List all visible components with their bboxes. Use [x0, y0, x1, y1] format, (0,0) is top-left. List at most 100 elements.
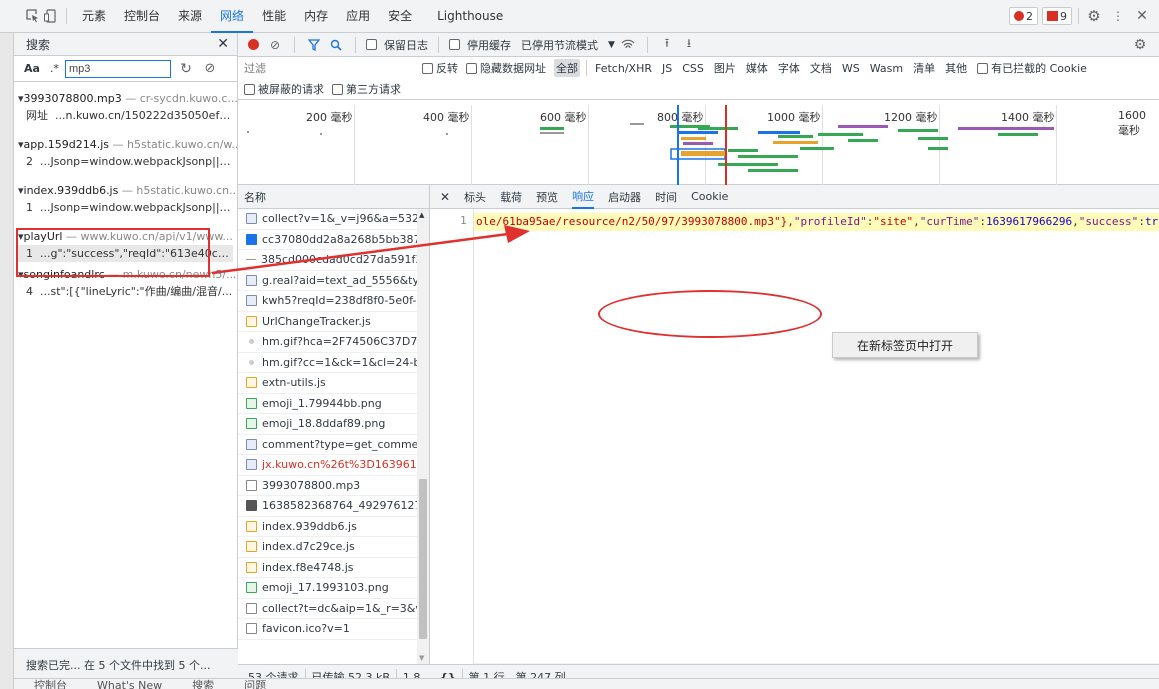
- request-row[interactable]: comment?type=get_commen: [238, 435, 429, 455]
- request-list-scrollbar[interactable]: ▲ ▼: [417, 209, 429, 664]
- request-row[interactable]: 1638582368764_492976127s.: [238, 496, 429, 517]
- search-result[interactable]: ▾index.939ddb6.js — h5static.kuwo.cn... …: [14, 180, 237, 218]
- blocked-requests-checkbox[interactable]: [244, 83, 255, 95]
- request-row[interactable]: favicon.ico?v=1: [238, 619, 429, 640]
- search-result[interactable]: ▾app.159d214.js — h5static.kuwo.cn/w... …: [14, 134, 237, 172]
- filter-img[interactable]: 图片: [712, 59, 738, 77]
- filter-all[interactable]: 全部: [554, 59, 580, 77]
- drawer-tab-issues[interactable]: 问题: [244, 679, 266, 689]
- request-row[interactable]: index.f8e4748.js: [238, 558, 429, 578]
- error-count-badge[interactable]: 2: [1009, 7, 1038, 25]
- search-input[interactable]: [64, 59, 171, 78]
- request-row[interactable]: jx.kuwo.cn%26t%3D16396179: [238, 455, 429, 476]
- import-har-icon[interactable]: ⭱: [658, 36, 676, 54]
- filter-icon[interactable]: [305, 36, 323, 54]
- filter-wasm[interactable]: Wasm: [868, 61, 905, 76]
- filter-css[interactable]: CSS: [680, 61, 706, 76]
- tab-timing[interactable]: 时间: [655, 189, 677, 205]
- result-match-line[interactable]: 1 ...Jsonp=window.webpackJsonp||[])...: [18, 199, 233, 216]
- inspect-element-icon[interactable]: [24, 7, 42, 25]
- response-code-line[interactable]: ole/61ba95ae/resource/n2/50/97/399307880…: [474, 213, 1159, 231]
- filter-js[interactable]: JS: [660, 61, 674, 76]
- filter-fetch-xhr[interactable]: Fetch/XHR: [593, 61, 654, 76]
- request-row[interactable]: 385cd000cdad0cd27da591f3: [238, 250, 429, 271]
- request-row[interactable]: collect?t=dc&aip=1&_r=3&v.: [238, 599, 429, 619]
- filter-media[interactable]: 媒体: [744, 59, 770, 77]
- network-conditions-icon[interactable]: [619, 36, 637, 54]
- request-row[interactable]: kwh5?reqId=238df8f0-5e0f-1: [238, 291, 429, 312]
- context-menu-open-in-new-tab[interactable]: 在新标签页中打开: [832, 332, 978, 358]
- result-match-line[interactable]: 2 ...Jsonp=window.webpackJsonp||[])...: [18, 153, 233, 170]
- disable-cache-checkbox[interactable]: [449, 39, 460, 50]
- tab-memory[interactable]: 内存: [295, 0, 337, 33]
- tab-console[interactable]: 控制台: [115, 0, 169, 33]
- clear-icon[interactable]: ⊘: [201, 60, 219, 78]
- close-detail-icon[interactable]: ✕: [440, 190, 450, 204]
- drawer-tab-search[interactable]: 搜索: [192, 679, 214, 689]
- more-options-icon[interactable]: ⋮: [1109, 7, 1127, 25]
- network-overview-timeline[interactable]: 200 毫秒 400 毫秒 600 毫秒 800 毫秒 1000 毫秒 1200…: [238, 105, 1159, 185]
- record-icon[interactable]: [244, 36, 262, 54]
- request-row[interactable]: emoji_1.79944bb.png: [238, 394, 429, 414]
- close-devtools-icon[interactable]: ✕: [1133, 7, 1151, 25]
- request-row[interactable]: emoji_18.8ddaf89.png: [238, 414, 429, 435]
- close-search-icon[interactable]: ✕: [217, 36, 229, 52]
- clear-log-icon[interactable]: ⊘: [266, 36, 284, 54]
- tab-initiator[interactable]: 启动器: [608, 189, 641, 205]
- tab-application[interactable]: 应用: [337, 0, 379, 33]
- refresh-icon[interactable]: ↻: [177, 60, 195, 78]
- scroll-down-icon[interactable]: ▼: [419, 654, 424, 662]
- scroll-up-icon[interactable]: ▲: [419, 211, 424, 219]
- tab-preview[interactable]: 预览: [536, 189, 558, 205]
- device-toolbar-icon[interactable]: [42, 7, 60, 25]
- name-column-header[interactable]: 名称: [238, 185, 429, 209]
- request-row[interactable]: collect?v=1&_v=j96&a=5320: [238, 209, 429, 230]
- tab-sources[interactable]: 来源: [169, 0, 211, 33]
- tab-security[interactable]: 安全: [379, 0, 421, 33]
- invert-checkbox[interactable]: [422, 62, 433, 74]
- request-row[interactable]: UrlChangeTracker.js: [238, 312, 429, 332]
- filter-font[interactable]: 字体: [776, 59, 802, 77]
- request-row[interactable]: g.real?aid=text_ad_5556&typ: [238, 271, 429, 291]
- result-match-line[interactable]: 4 ...st":[{"lineLyric":"作曲/编曲/混音/...: [18, 283, 233, 300]
- search-result[interactable]: ▾3993078800.mp3 — cr-sycdn.kuwo.c... 网址 …: [14, 88, 237, 126]
- hide-data-urls-checkbox[interactable]: [466, 62, 477, 74]
- filter-manifest[interactable]: 清单: [911, 59, 937, 77]
- filter-doc[interactable]: 文档: [808, 59, 834, 77]
- request-row[interactable]: cc37080dd2a8a268b5bb387c: [238, 230, 429, 250]
- tab-cookies[interactable]: Cookie: [691, 190, 728, 203]
- request-row[interactable]: hm.gif?hca=2F74506C37D7BE: [238, 332, 429, 353]
- result-match-line[interactable]: 网址 ...n.kuwo.cn/150222d35050efd...: [18, 107, 233, 124]
- regex-toggle[interactable]: .*: [50, 62, 59, 75]
- chevron-down-icon[interactable]: ▼: [608, 40, 615, 50]
- tab-response[interactable]: 响应: [572, 185, 595, 209]
- request-row[interactable]: index.d7c29ce.js: [238, 537, 429, 558]
- tab-performance[interactable]: 性能: [253, 0, 295, 33]
- drawer-tab-console[interactable]: 控制台: [34, 679, 67, 689]
- request-row[interactable]: emoji_17.1993103.png: [238, 578, 429, 599]
- filter-ws[interactable]: WS: [840, 61, 862, 76]
- third-party-checkbox[interactable]: [332, 83, 343, 95]
- drawer-tab-whats-new[interactable]: What's New: [97, 679, 162, 689]
- search-icon[interactable]: [327, 36, 345, 54]
- tab-elements[interactable]: 元素: [73, 0, 115, 33]
- tab-lighthouse[interactable]: Lighthouse: [421, 0, 512, 33]
- settings-gear-icon[interactable]: ⚙: [1085, 7, 1103, 25]
- preserve-log-checkbox[interactable]: [366, 39, 377, 50]
- match-case-toggle[interactable]: Aa: [24, 62, 40, 75]
- issue-count-badge[interactable]: 9: [1042, 7, 1072, 25]
- tab-network[interactable]: 网络: [211, 0, 254, 33]
- export-har-icon[interactable]: ⭳: [680, 36, 698, 54]
- scrollbar-thumb[interactable]: [419, 479, 427, 639]
- filter-other[interactable]: 其他: [943, 59, 969, 77]
- request-row[interactable]: 3993078800.mp3: [238, 476, 429, 496]
- filter-input[interactable]: 过滤: [244, 59, 414, 77]
- request-row[interactable]: index.939ddb6.js: [238, 517, 429, 537]
- request-row[interactable]: extn-utils.js: [238, 373, 429, 394]
- blocked-cookies-checkbox[interactable]: [977, 62, 989, 74]
- request-row[interactable]: hm.gif?cc=1&ck=1&cl=24-bi: [238, 353, 429, 373]
- throttle-select[interactable]: 已停用节流模式: [521, 37, 598, 53]
- tab-headers[interactable]: 标头: [464, 189, 486, 205]
- tab-payload[interactable]: 载荷: [500, 189, 522, 205]
- network-settings-gear-icon[interactable]: ⚙: [1131, 36, 1149, 54]
